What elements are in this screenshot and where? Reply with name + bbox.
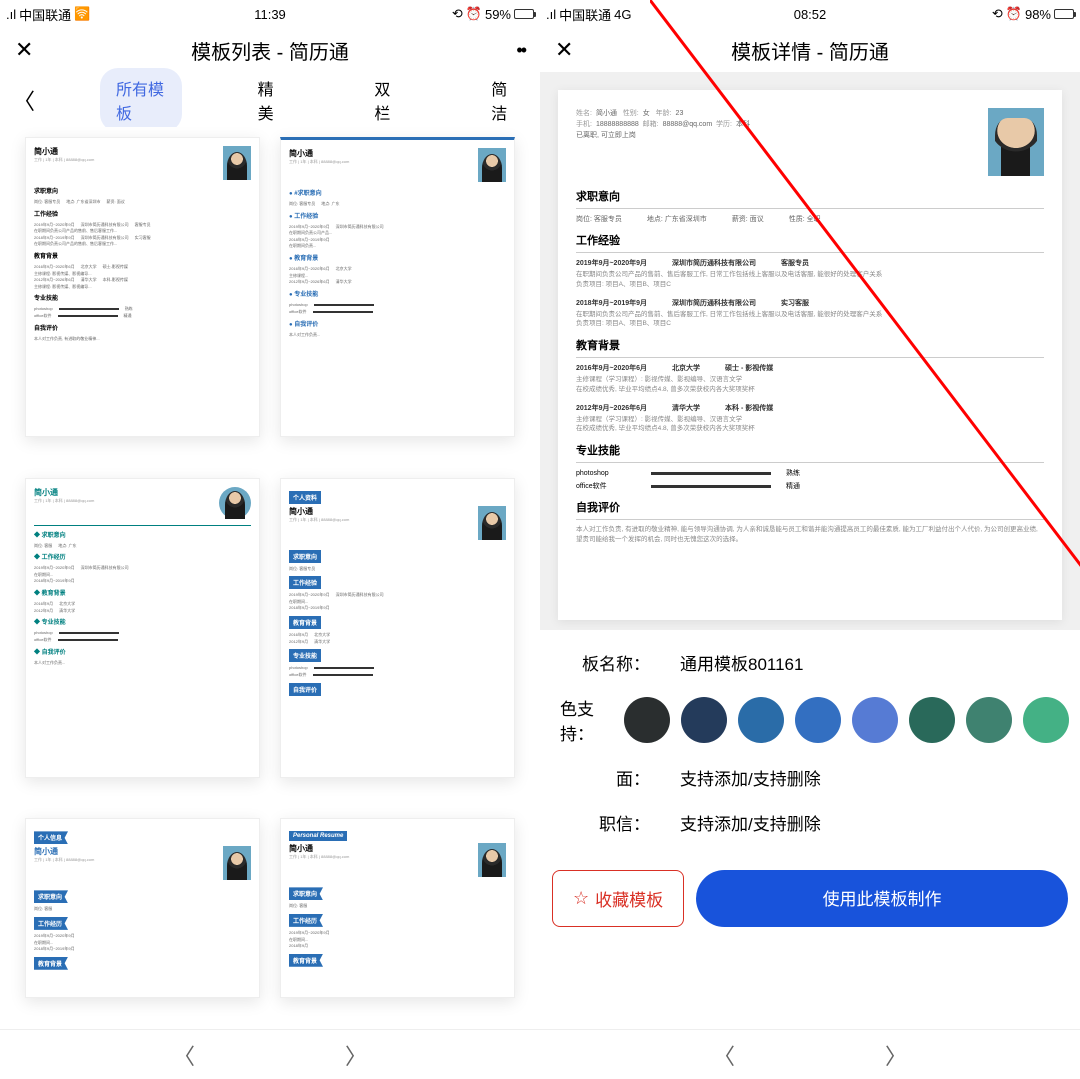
template-thumb[interactable]: Personal Resume 简小通工作 | 1年 | 本科 | 88888@…: [280, 818, 515, 998]
category-tabs: 〈 所有模板 精美 双栏 简洁: [0, 72, 540, 127]
template-thumb[interactable]: 个人信息 简小通工作 | 1年 | 本科 | 88888@qq.com 求职意向…: [25, 818, 260, 998]
more-icon[interactable]: ••: [516, 40, 525, 61]
use-template-button[interactable]: 使用此模板制作: [696, 870, 1068, 927]
signal-icon: .ıl: [546, 7, 556, 22]
carrier: 中国联通: [559, 5, 611, 24]
carrier: 中国联通: [19, 5, 71, 24]
section-edu: 教育背景: [576, 337, 1044, 358]
avatar-icon: [223, 846, 251, 880]
tab-simple[interactable]: 简洁: [475, 68, 532, 132]
rotation-lock-icon: ⟲: [452, 6, 463, 22]
resume-preview[interactable]: 姓名:简小通 性别:女 年龄:23 手机:18888888888 邮箱:8888…: [558, 90, 1062, 620]
status-time: 11:39: [254, 7, 286, 22]
section-self: 自我评价: [576, 499, 1044, 520]
color-swatch[interactable]: [852, 697, 898, 743]
template-thumb[interactable]: 简小通工作 | 1年 | 本科 | 88888@qq.com #求职意向 岗位:…: [280, 137, 515, 437]
template-thumb[interactable]: 简小通工作 | 1年 | 本科 | 88888@qq.com 求职意向 岗位: …: [25, 137, 260, 437]
nav-bar-right: ✕ 模板详情 - 简历通: [540, 28, 1080, 72]
battery-icon: [1054, 9, 1074, 19]
prev-icon[interactable]: 〈: [173, 1039, 195, 1071]
battery-icon: [514, 9, 534, 19]
battery-pct: 59%: [485, 7, 511, 22]
section-skill: 专业技能: [576, 442, 1044, 463]
avatar-icon: [478, 148, 506, 182]
close-icon[interactable]: ✕: [555, 37, 573, 63]
page-title: 模板列表 - 简历通: [191, 36, 349, 65]
template-grid: 简小通工作 | 1年 | 本科 | 88888@qq.com 求职意向 岗位: …: [0, 127, 540, 1029]
star-icon: [573, 888, 589, 909]
attr-name: 板名称： 通用模板801161: [540, 640, 1080, 685]
avatar-icon: [219, 487, 251, 519]
detail-area: 姓名:简小通 性别:女 年龄:23 手机:18888888888 邮箱:8888…: [540, 72, 1080, 1029]
color-swatch[interactable]: [681, 697, 727, 743]
left-phone-screen: .ıl 中国联通 🛜 11:39 ⟲ ⏰ 59% ✕ 模板列表 - 简历通 ••…: [0, 0, 540, 1079]
template-thumb[interactable]: 个人资料 简小通工作 | 1年 | 本科 | 88888@qq.com 求职意向…: [280, 478, 515, 778]
avatar-icon: [478, 506, 506, 540]
close-icon[interactable]: ✕: [15, 37, 33, 63]
wifi-icon: 🛜: [74, 6, 90, 22]
alarm-icon: ⏰: [1006, 6, 1022, 22]
personal-info: 姓名:简小通 性别:女 年龄:23 手机:18888888888 邮箱:8888…: [576, 108, 750, 176]
attr-colors: 色支持：: [540, 685, 1080, 755]
avatar: [988, 108, 1044, 176]
avatar-icon: [478, 843, 506, 877]
color-swatch[interactable]: [966, 697, 1012, 743]
alarm-icon: ⏰: [466, 6, 482, 22]
bottom-nav-left: 〈 〉: [0, 1029, 540, 1079]
next-icon[interactable]: 〉: [345, 1039, 367, 1071]
signal-icon: .ıl: [6, 7, 16, 22]
status-time: 08:52: [794, 7, 827, 22]
right-phone-screen: .ıl 中国联通 4G 08:52 ⟲ ⏰ 98% ✕ 模板详情 - 简历通 姓…: [540, 0, 1080, 1079]
color-swatch[interactable]: [909, 697, 955, 743]
page-title: 模板详情 - 简历通: [731, 36, 889, 65]
template-thumb[interactable]: 简小通工作 | 1年 | 本科 | 88888@qq.com 求职意向 岗位: …: [25, 478, 260, 778]
status-bar-left: .ıl 中国联通 🛜 11:39 ⟲ ⏰ 59%: [0, 0, 540, 28]
section-work: 工作经验: [576, 232, 1044, 253]
tab-all[interactable]: 所有模板: [100, 68, 182, 132]
color-swatch[interactable]: [1023, 697, 1069, 743]
attr-letter: 职信： 支持添加/支持删除: [540, 800, 1080, 845]
status-bar-right: .ıl 中国联通 4G 08:52 ⟲ ⏰ 98%: [540, 0, 1080, 28]
nav-bar-left: ✕ 模板列表 - 简历通 ••: [0, 28, 540, 72]
color-swatch[interactable]: [795, 697, 841, 743]
bottom-nav-right: 〈 〉: [540, 1029, 1080, 1079]
color-swatch[interactable]: [738, 697, 784, 743]
avatar-icon: [223, 146, 251, 180]
color-swatch[interactable]: [624, 697, 670, 743]
tab-double[interactable]: 双栏: [358, 68, 415, 132]
prev-icon[interactable]: 〈: [713, 1039, 735, 1071]
back-icon[interactable]: 〈: [8, 84, 40, 116]
attr-cover: 面： 支持添加/支持删除: [540, 755, 1080, 800]
next-icon[interactable]: 〉: [885, 1039, 907, 1071]
tab-fine[interactable]: 精美: [242, 68, 299, 132]
network-type: 4G: [614, 7, 631, 22]
section-intent: 求职意向: [576, 188, 1044, 209]
rotation-lock-icon: ⟲: [992, 6, 1003, 22]
favorite-button[interactable]: 收藏模板: [552, 870, 684, 927]
template-attributes: 板名称： 通用模板801161 色支持： 面： 支持添加/支持删除: [540, 630, 1080, 1029]
battery-pct: 98%: [1025, 7, 1051, 22]
